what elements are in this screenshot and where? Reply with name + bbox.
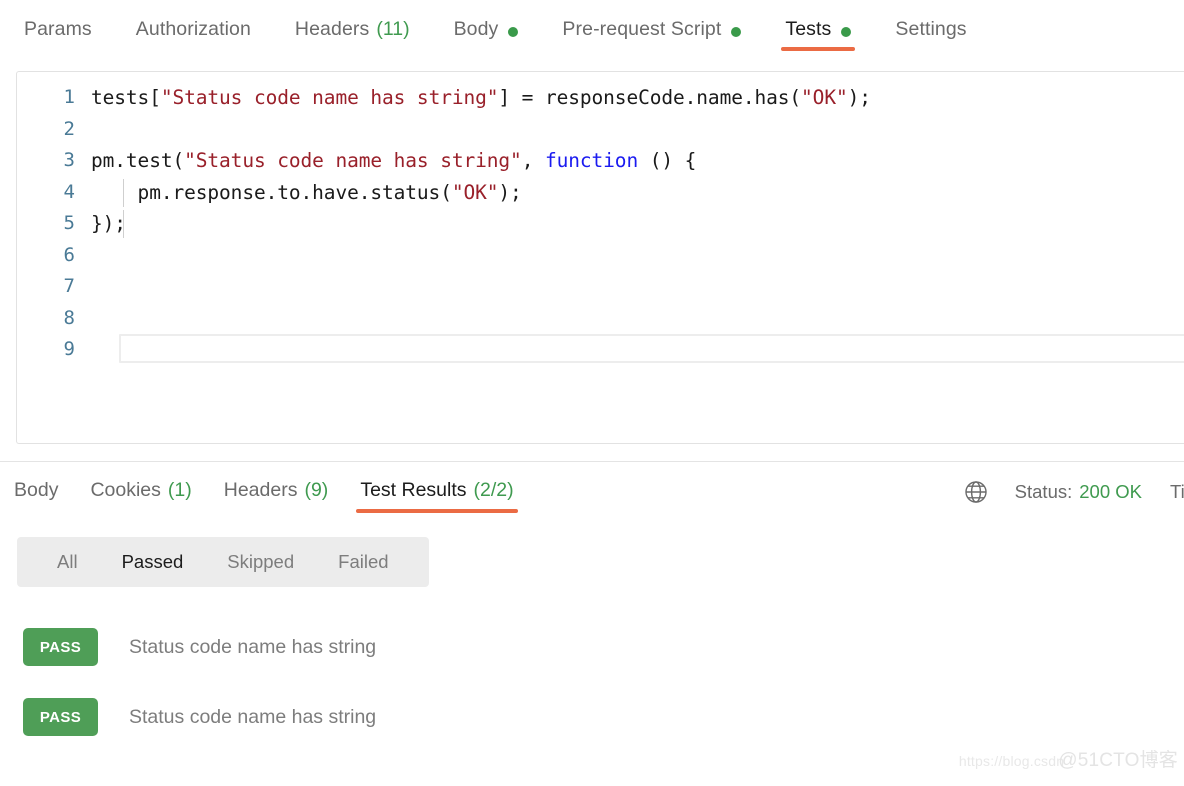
active-tab-underline bbox=[781, 47, 856, 51]
test-name: Status code name has string bbox=[129, 635, 377, 658]
code-token: "Status code name has string" bbox=[184, 149, 522, 172]
code-line[interactable]: 8 bbox=[17, 303, 1184, 335]
line-number: 9 bbox=[63, 338, 75, 360]
code-line-list: 1 tests["Status code name has string"] = … bbox=[17, 82, 1184, 366]
response-status-area: Status: 200 OK Time: bbox=[963, 462, 1184, 520]
code-text: pm.test("Status code name has string", f… bbox=[91, 145, 696, 177]
postman-tests-panel: Params Authorization Headers (11) Body Pre-re… bbox=[0, 0, 1184, 786]
indent-guide bbox=[123, 178, 124, 207]
request-tab-tests[interactable]: Tests bbox=[781, 0, 856, 61]
code-token: function bbox=[544, 149, 639, 172]
status-badge: PASS bbox=[23, 628, 98, 666]
line-number: 4 bbox=[63, 180, 75, 203]
code-text: }); bbox=[91, 208, 126, 240]
request-tab-label: Tests bbox=[785, 18, 832, 40]
code-token: "OK" bbox=[451, 180, 499, 204]
status-code-value: 200 OK bbox=[1079, 481, 1142, 502]
test-result-row: PASS Status code name has string bbox=[0, 612, 1184, 682]
request-tab-label: Settings bbox=[895, 18, 967, 40]
status-badge: PASS bbox=[23, 698, 98, 736]
code-token: "Status code name has string" bbox=[160, 86, 499, 109]
request-tab-authorization[interactable]: Authorization bbox=[136, 0, 251, 61]
request-tab-body[interactable]: Body bbox=[454, 0, 519, 61]
request-tab-label: Body bbox=[453, 18, 499, 40]
unsaved-dot-icon bbox=[508, 27, 519, 37]
unsaved-dot-icon bbox=[731, 27, 742, 37]
response-tab-cookies[interactable]: Cookies (1) bbox=[90, 462, 191, 520]
code-token: }); bbox=[91, 212, 126, 235]
line-number: 1 bbox=[63, 86, 75, 108]
line-number: 2 bbox=[63, 117, 75, 140]
code-token: "OK" bbox=[801, 86, 848, 109]
code-line[interactable]: 6 bbox=[17, 240, 1184, 272]
active-line-input[interactable] bbox=[119, 334, 1184, 363]
code-token: ); bbox=[498, 180, 522, 204]
watermark-url: https://blog.csdn bbox=[958, 753, 1065, 769]
response-tab-label: Body bbox=[14, 479, 59, 501]
code-line[interactable]: 7 bbox=[17, 271, 1184, 303]
request-tab-headers[interactable]: Headers (11) bbox=[295, 0, 410, 61]
test-result-filter-bar: All Passed Skipped Failed bbox=[17, 537, 429, 587]
code-line[interactable]: 5}); bbox=[17, 208, 1184, 240]
code-line[interactable]: 3 pm.test("Status code name has string", … bbox=[17, 145, 1184, 177]
request-tab-label: Params bbox=[24, 18, 92, 40]
globe-icon bbox=[963, 479, 989, 505]
code-line[interactable]: 2 bbox=[17, 114, 1184, 146]
response-tab-bar: Body Cookies (1) Headers (9) Test Results (2/2… bbox=[14, 462, 546, 520]
response-tab-count: (1) bbox=[167, 479, 192, 501]
code-text: pm.response.to.have.status("OK"); bbox=[91, 177, 522, 209]
response-tab-count: (9) bbox=[304, 479, 329, 501]
request-tab-pre-request-script[interactable]: Pre-request Script bbox=[562, 0, 742, 61]
response-tab-label: Cookies bbox=[90, 479, 161, 501]
status-label: Status: bbox=[1014, 481, 1073, 502]
code-token: pm.response.to.have.status( bbox=[91, 180, 452, 204]
line-number: 5 bbox=[63, 212, 75, 234]
line-number: 3 bbox=[63, 149, 75, 171]
line-number: 8 bbox=[63, 306, 75, 329]
filter-passed[interactable]: Passed bbox=[100, 551, 206, 573]
code-line[interactable]: 4 pm.response.to.have.status("OK"); bbox=[17, 177, 1184, 209]
line-number: 7 bbox=[63, 275, 75, 297]
code-token: ] = responseCode.name.has( bbox=[498, 86, 802, 109]
time-label: Time: bbox=[1170, 481, 1184, 502]
test-results-list: PASS Status code name has string PASS Statu… bbox=[0, 612, 1184, 752]
tests-code-editor[interactable]: 1 tests["Status code name has string"] = … bbox=[16, 71, 1184, 444]
code-line[interactable]: 9 bbox=[17, 334, 1184, 366]
test-name: Status code name has string bbox=[129, 705, 377, 728]
code-line[interactable]: 1 tests["Status code name has string"] = … bbox=[17, 82, 1184, 114]
request-tab-settings[interactable]: Settings bbox=[895, 0, 966, 61]
response-tab-headers[interactable]: Headers (9) bbox=[224, 462, 329, 520]
request-tab-params[interactable]: Params bbox=[24, 0, 92, 61]
response-bar: Body Cookies (1) Headers (9) Test Results (2/2… bbox=[0, 462, 1184, 520]
response-tab-count: (2/2) bbox=[473, 479, 514, 501]
response-tab-label: Test Results bbox=[360, 479, 467, 501]
test-result-row: PASS Status code name has string bbox=[0, 682, 1184, 752]
response-tab-test-results[interactable]: Test Results (2/2) bbox=[356, 462, 518, 520]
code-token: ); bbox=[847, 86, 871, 109]
code-token: pm.test( bbox=[91, 149, 185, 172]
response-tab-body[interactable]: Body bbox=[14, 462, 58, 520]
response-tab-label: Headers bbox=[223, 479, 298, 501]
request-tab-count: (11) bbox=[376, 18, 410, 40]
active-tab-underline bbox=[356, 509, 518, 513]
code-token: () { bbox=[638, 149, 697, 172]
request-tab-label: Headers bbox=[294, 18, 370, 40]
filter-all[interactable]: All bbox=[35, 551, 100, 573]
request-tab-label: Pre-request Script bbox=[562, 18, 722, 40]
code-text: tests["Status code name has string"] = r… bbox=[91, 82, 871, 114]
indent-guide bbox=[123, 210, 124, 238]
filter-skipped[interactable]: Skipped bbox=[205, 551, 316, 573]
line-number: 6 bbox=[63, 243, 75, 266]
filter-failed[interactable]: Failed bbox=[316, 551, 410, 573]
request-tab-label: Authorization bbox=[135, 18, 251, 40]
code-token: tests[ bbox=[91, 86, 161, 109]
code-token: , bbox=[521, 149, 545, 172]
unsaved-dot-icon bbox=[841, 27, 852, 37]
request-tab-bar: Params Authorization Headers (11) Body Pre-re… bbox=[0, 0, 1184, 61]
